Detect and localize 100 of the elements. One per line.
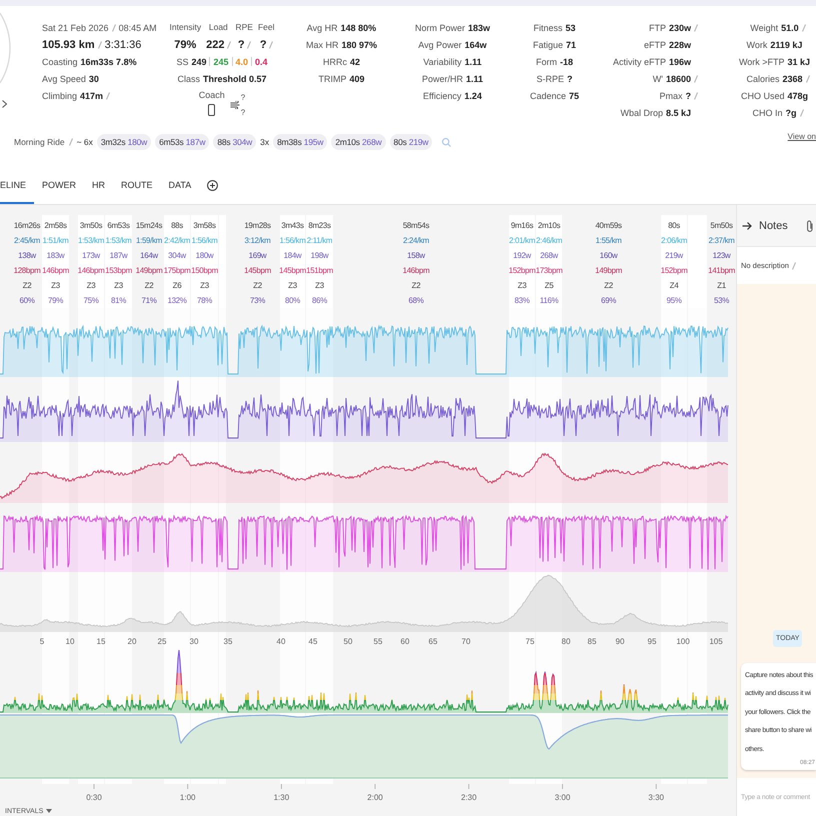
stat-value: Threshold 0.57 [202,74,267,84]
interval-zone: Z2 [412,280,420,292]
tab[interactable]: ROUTE [113,167,161,204]
interval-pace: 2:06/km [661,235,688,247]
tab[interactable]: POWER [34,167,84,204]
stat-label: Class [177,74,200,84]
pencil-icon[interactable] [98,40,102,48]
interval-chip[interactable]: 6m53s 187w [155,134,210,150]
pencil-icon[interactable] [792,262,796,270]
interval-column[interactable]: 3m58s 1:56/km 180w 150bpm Z3 78% [191,215,218,308]
stat-value: 183w [468,22,490,32]
stat-label: TRIMP [318,74,346,84]
interval-zone: Z2 [253,280,262,292]
interval-column[interactable]: 8m23s 2:11/km 198w 151bpm Z3 86% [306,215,333,308]
stat-value: 228w [668,40,691,50]
interval-chip[interactable]: 8m38s 195w [273,134,328,150]
interval-heart-rate: 152bpm [508,265,536,277]
interval-power: 138w [18,250,36,262]
tab[interactable]: HR [84,167,114,204]
stat-value: 164w [464,40,487,50]
distance-label: 75 [526,637,534,646]
stat-label: Pmax [659,90,682,100]
stat-value: 2368 [782,74,803,84]
interval-zone: Z5 [544,280,554,292]
interval-column[interactable]: 3m50s 1:53/km 173w 146bpm Z3 75% [78,215,104,308]
stat-label: Cadence [530,90,566,100]
caret-down-icon[interactable] [46,809,52,813]
interval-heart-rate: 145bpm [279,265,306,277]
paperclip-icon[interactable] [807,220,813,232]
interval-pace: 2:45/km [14,235,40,247]
pencil-icon[interactable] [106,92,110,100]
pencil-icon[interactable] [694,92,698,100]
interval-power: 268w [540,250,558,262]
interval-zone: Z2 [22,280,32,292]
distance-label: 80 [562,637,570,646]
interval-heart-rate: 151bpm [306,265,333,277]
add-icon[interactable] [207,180,218,191]
stat-label: CHO In [752,108,782,118]
interval-power: 184w [284,250,302,262]
interval-column[interactable]: 2m10s 2:46/km 268w 173bpm Z5 116% [536,215,562,308]
distance-label: 15 [96,637,106,646]
arrow-right-icon[interactable] [742,222,752,230]
interval-column[interactable]: 88s 2:42/km 304w 175bpm Z6 132% [164,215,190,308]
pencil-icon[interactable] [806,74,810,82]
pencil-icon[interactable] [68,138,73,146]
stat-value: -18 [560,56,573,66]
tab[interactable]: DATA [160,167,200,204]
activity-title: Morning Ride [14,137,65,147]
stat-value: 222 [206,38,224,50]
interval-pace: 2:11/km [306,235,332,247]
stat-value: 16m33s 7.8% [80,56,137,66]
distance-label: 45 [308,637,318,646]
interval-chip[interactable]: 2m10s 268w [331,134,386,150]
wind-value: ? [240,108,246,117]
repeat-count: ~ 6x [76,137,93,147]
stat-value: 53 [566,22,576,32]
pencil-icon[interactable] [694,24,698,32]
interval-pace: 2:01/km [509,235,536,247]
distance-label: 35 [224,637,232,646]
stat-label: Variability [423,56,462,66]
interval-chip[interactable]: 80s 219w [390,134,432,150]
distance-label: 25 [158,637,166,646]
interval-column[interactable]: 2m58s 1:51/km 183w 146bpm Z3 79% [42,215,69,308]
distance-label: 70 [462,637,470,646]
chevron-right-icon[interactable] [2,100,7,108]
distance-label: 5 [40,637,44,646]
pencil-icon[interactable] [112,24,116,32]
interval-column[interactable]: 80s 2:06/km 219w 152bpm Z4 95% [661,215,687,308]
interval-heart-rate: 141bpm [708,265,735,277]
distance-label: 10 [66,637,74,646]
interval-chip[interactable]: 3m32s 180w [96,134,152,150]
pencil-icon[interactable] [226,40,230,48]
interval-zone: Z3 [200,280,209,292]
duration-value: 3:31:36 [104,38,142,50]
stat-value: 1.11 [466,74,484,84]
search-icon[interactable] [442,138,452,146]
interval-column[interactable]: 6m53s 1:53/km 187w 153bpm Z3 81% [105,215,132,308]
pencil-icon[interactable] [246,40,251,48]
stat-label: Coasting [42,56,78,66]
stress-score-value: 0.4 [255,56,268,66]
interval-power: 160w [600,250,618,262]
pencil-icon[interactable] [694,74,698,82]
interval-column[interactable]: 3m43s 1:56/km 184w 145bpm Z3 80% [280,215,305,308]
stat-value: 180 97% [341,40,378,50]
stat-value: 148 80% [340,22,376,32]
interval-heart-rate: 128bpm [14,265,40,277]
interval-pace: 1:55/km [595,235,622,247]
interval-duration: 16m26s [14,220,40,232]
interval-column[interactable]: 9m16s 2:01/km 192w 152bpm Z3 83% [509,215,535,308]
pencil-icon[interactable] [802,24,806,32]
interval-heart-rate: 175bpm [164,265,190,277]
interval-power: 192w [513,250,531,262]
distance-label: 105 [709,637,723,646]
interval-power: 180w [196,250,214,262]
stat-label: SS [176,56,188,66]
view-link[interactable]: View on [788,132,816,141]
interval-percent: 79% [48,295,63,307]
pencil-icon[interactable] [268,40,273,48]
pencil-icon[interactable] [800,108,804,116]
interval-chip[interactable]: 88s 304w [213,134,256,150]
